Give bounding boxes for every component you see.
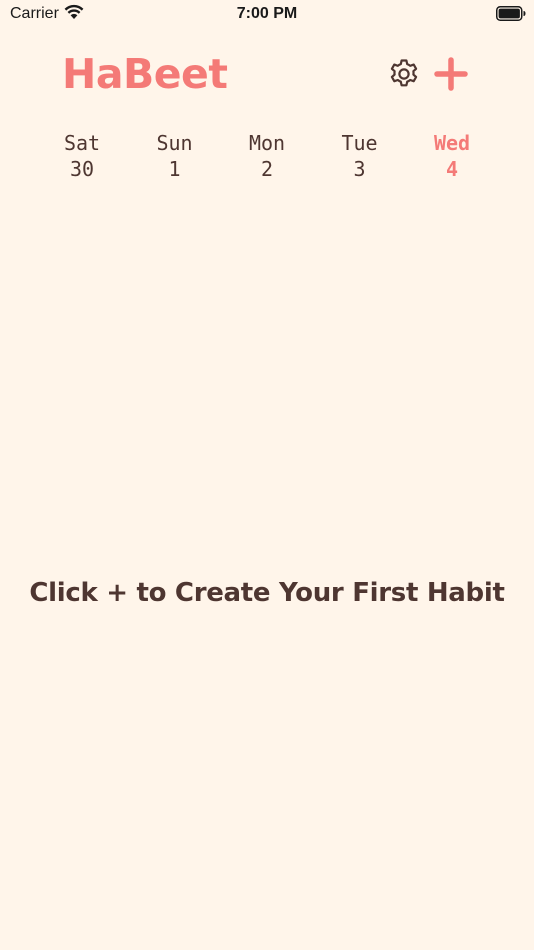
day-mon[interactable]: Mon 2 <box>221 130 313 182</box>
add-habit-button[interactable] <box>432 56 470 92</box>
day-number: 30 <box>69 157 95 181</box>
plus-icon <box>434 57 468 91</box>
day-number: 2 <box>260 157 274 181</box>
day-name: Sun <box>156 131 193 155</box>
day-name: Mon <box>248 131 286 155</box>
day-sat[interactable]: Sat 30 <box>36 130 128 182</box>
day-name: Sat <box>63 131 101 155</box>
day-name: Tue <box>341 131 378 155</box>
status-bar: Carrier 7:00 PM <box>0 0 534 28</box>
battery-icon <box>496 6 526 21</box>
day-number: 1 <box>168 157 181 181</box>
settings-button[interactable] <box>386 56 422 92</box>
day-tue[interactable]: Tue 3 <box>314 130 406 182</box>
app-title: HaBeet <box>62 50 228 98</box>
day-selector: Sat 30 Sun 1 Mon 2 Tue 3 Wed 4 <box>36 130 498 182</box>
day-number: 4 <box>445 157 459 181</box>
status-time: 7:00 PM <box>236 5 298 22</box>
day-number: 3 <box>353 157 366 181</box>
day-sun[interactable]: Sun 1 <box>129 130 221 182</box>
empty-state-message: Click + to Create Your First Habit <box>29 578 505 608</box>
day-wed[interactable]: Wed 4 <box>406 130 498 182</box>
day-name: Wed <box>433 131 471 155</box>
gear-icon <box>390 59 418 87</box>
